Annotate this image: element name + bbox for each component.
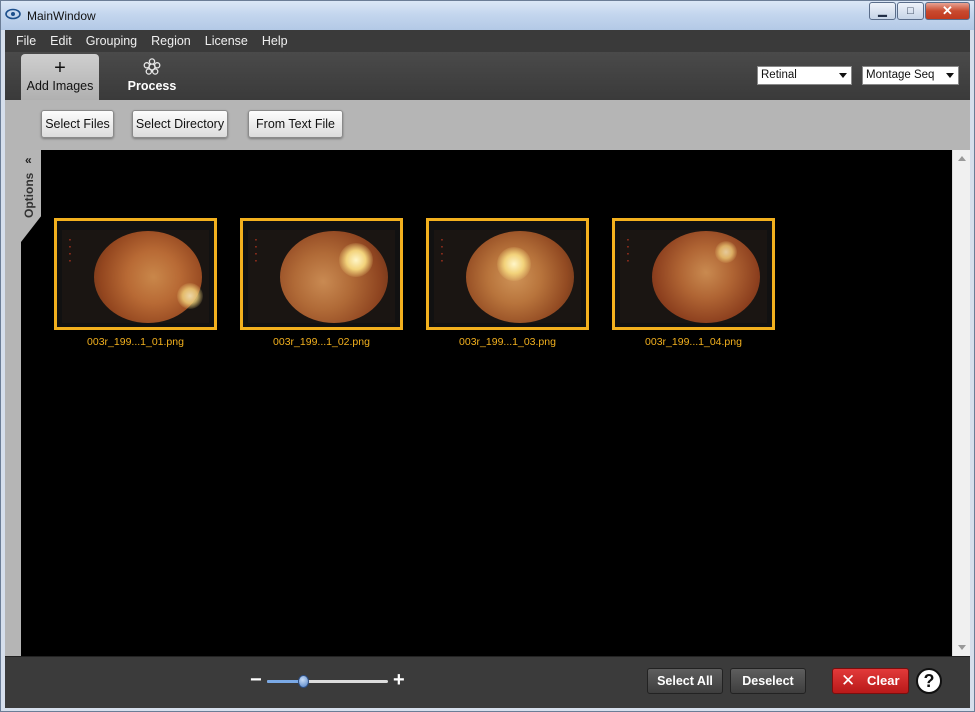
window-controls: ▁ □ ✕ — [868, 2, 970, 20]
image-thumbnail[interactable]: ▪▪▪▪ 003r_199...1_04.png — [612, 218, 775, 348]
thumbnail-filename: 003r_199...1_03.png — [459, 336, 556, 348]
flower-gear-icon — [113, 57, 191, 79]
image-thumbnail[interactable]: ▪▪▪▪ 003r_199...1_02.png — [240, 218, 403, 348]
thumbnail-frame: ▪▪▪▪ — [54, 218, 217, 330]
side-strip — [5, 150, 21, 656]
menu-help[interactable]: Help — [255, 30, 295, 52]
close-icon: ✕ — [942, 3, 953, 18]
tab-process[interactable]: Process — [113, 54, 191, 100]
modality-select-value: Retinal — [761, 69, 797, 81]
vertical-scrollbar[interactable] — [952, 150, 970, 656]
minimize-button[interactable]: ▁ — [869, 2, 896, 20]
thumbnail-watermark: ▪▪▪▪ — [253, 235, 259, 263]
fundus-image — [280, 231, 388, 323]
add-images-panel: Select Files Select Directory From Text … — [5, 100, 970, 150]
select-files-button[interactable]: Select Files — [41, 110, 114, 138]
close-button[interactable]: ✕ — [925, 2, 970, 20]
chevron-left-icon: « — [25, 153, 32, 167]
minimize-icon: ▁ — [878, 5, 887, 17]
image-thumbnail[interactable]: ▪▪▪▪ 003r_199...1_01.png — [54, 218, 217, 348]
chevron-down-icon — [946, 73, 954, 78]
zoom-slider-handle[interactable] — [297, 675, 309, 688]
select-directory-button[interactable]: Select Directory — [132, 110, 228, 138]
sequence-select-value: Montage Seq — [866, 69, 935, 81]
options-label: Options — [22, 172, 36, 218]
from-text-file-button[interactable]: From Text File — [248, 110, 343, 138]
menu-edit[interactable]: Edit — [43, 30, 79, 52]
fundus-image — [94, 231, 202, 323]
fundus-image — [652, 231, 760, 323]
sequence-select[interactable]: Montage Seq — [862, 66, 959, 85]
tab-process-label: Process — [127, 79, 177, 93]
zoom-in-button[interactable]: + — [393, 669, 405, 692]
thumbnail-filename: 003r_199...1_04.png — [645, 336, 742, 348]
clear-button[interactable]: ✕ Clear — [832, 668, 909, 694]
image-canvas[interactable]: ▪▪▪▪ 003r_199...1_01.png ▪▪▪▪ 003r_199..… — [21, 150, 952, 656]
thumbnail-filename: 003r_199...1_01.png — [87, 336, 184, 348]
thumbnail-filename: 003r_199...1_02.png — [273, 336, 370, 348]
window-title: MainWindow — [27, 9, 96, 23]
thumbnail-frame: ▪▪▪▪ — [240, 218, 403, 330]
eye-icon — [5, 8, 21, 20]
title-bar[interactable]: MainWindow ▁ □ ✕ — [1, 1, 974, 30]
menu-grouping[interactable]: Grouping — [79, 30, 144, 52]
maximize-icon: □ — [907, 5, 914, 17]
maximize-button[interactable]: □ — [897, 2, 924, 20]
help-button[interactable]: ? — [916, 668, 942, 694]
menu-region[interactable]: Region — [144, 30, 198, 52]
menu-license[interactable]: License — [198, 30, 255, 52]
tab-add-images-label: Add Images — [26, 79, 94, 93]
clear-x-icon: ✕ — [841, 671, 856, 690]
main-toolbar: + Add Images Process Retinal Montage Seq — [5, 52, 970, 100]
zoom-slider[interactable] — [267, 680, 388, 683]
thumbnail-watermark: ▪▪▪▪ — [439, 235, 445, 263]
thumbnail-watermark: ▪▪▪▪ — [67, 235, 73, 263]
scroll-up-icon[interactable] — [958, 156, 966, 161]
select-all-button[interactable]: Select All — [647, 668, 723, 694]
plus-icon: + — [54, 57, 66, 79]
clear-button-label: Clear — [867, 673, 900, 688]
modality-select[interactable]: Retinal — [757, 66, 852, 85]
image-thumbnail[interactable]: ▪▪▪▪ 003r_199...1_03.png — [426, 218, 589, 348]
menu-file[interactable]: File — [9, 30, 43, 52]
chevron-down-icon — [839, 73, 847, 78]
tab-add-images[interactable]: + Add Images — [21, 54, 99, 100]
thumbnail-frame: ▪▪▪▪ — [612, 218, 775, 330]
bottom-bar: − + Select All Deselect ✕ Clear ? — [5, 656, 970, 708]
scroll-down-icon[interactable] — [958, 645, 966, 650]
main-window: MainWindow ▁ □ ✕ File Edit Grouping Regi… — [0, 0, 975, 712]
thumbnail-watermark: ▪▪▪▪ — [625, 235, 631, 263]
deselect-button[interactable]: Deselect — [730, 668, 806, 694]
thumbnail-frame: ▪▪▪▪ — [426, 218, 589, 330]
menu-bar: File Edit Grouping Region License Help — [5, 30, 970, 52]
zoom-out-button[interactable]: − — [250, 669, 262, 692]
